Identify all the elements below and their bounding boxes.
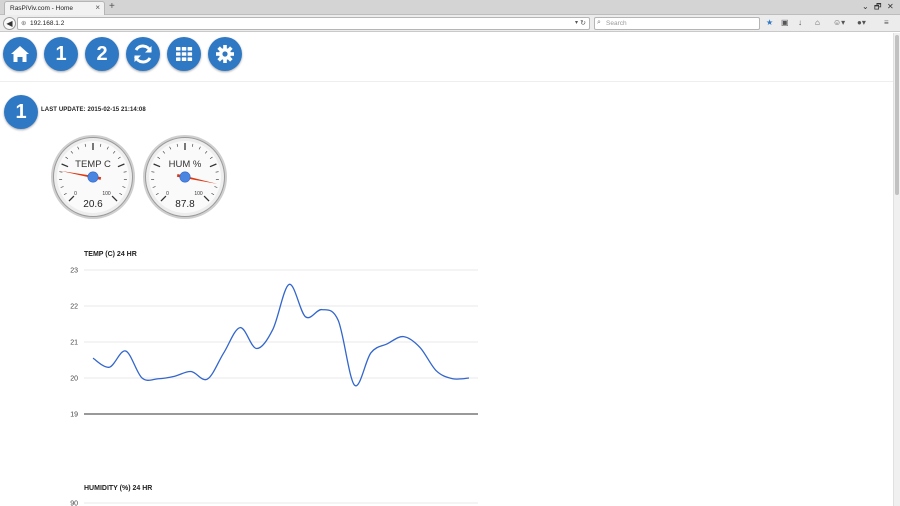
humidity-y-tick-label: 90 xyxy=(70,501,78,506)
back-button[interactable]: ◀ xyxy=(3,17,16,30)
minimize-icon[interactable]: ⌄ xyxy=(862,1,869,13)
sensor-1-label: 1 xyxy=(55,43,67,65)
gauge-label: HUM % xyxy=(169,159,202,170)
last-update-text: LAST UPDATE: 2015-02-15 21:14:08 xyxy=(41,107,146,113)
settings-button[interactable] xyxy=(208,37,242,71)
dropdown-icon[interactable]: ▾ xyxy=(575,19,578,26)
refresh-icon xyxy=(134,44,152,64)
refresh-button[interactable] xyxy=(126,37,160,71)
reload-icon[interactable]: ↻ xyxy=(580,19,586,27)
y-tick-label: 20 xyxy=(70,376,78,383)
url-text: 192.168.1.2 xyxy=(30,20,65,27)
gear-icon xyxy=(216,45,234,63)
gauge-min-label: 0 xyxy=(74,191,77,197)
page-scrollbar[interactable] xyxy=(893,33,900,506)
gauge-value: 20.6 xyxy=(83,199,103,210)
browser-window: RasPiViv.com - Home × + ⌄ 🗗 ✕ ◀ ⊕ 192.16… xyxy=(0,0,900,506)
search-placeholder: Search xyxy=(606,20,627,27)
gauge-min-label: 0 xyxy=(166,191,169,197)
search-icon: ⌕ xyxy=(597,19,601,26)
home-icon xyxy=(11,46,29,62)
home-icon[interactable]: ⌂ xyxy=(815,18,820,28)
addon-icon[interactable]: ●▾ xyxy=(857,18,866,28)
maximize-icon[interactable]: 🗗 xyxy=(874,1,882,13)
back-arrow-icon: ◀ xyxy=(6,19,13,28)
temperature-gauge: TEMP C 0 100 20.6 xyxy=(50,134,136,220)
download-icon[interactable]: ↓ xyxy=(798,18,802,28)
page-content: 1 2 1 LAST UPDATE: 2015-02-15 21:14:08 T… xyxy=(0,33,893,506)
new-tab-button[interactable]: + xyxy=(109,1,115,13)
search-input[interactable]: ⌕ Search xyxy=(594,17,760,30)
humidity-chart-title: HUMIDITY (%) 24 HR xyxy=(84,485,153,492)
gauge-max-label: 100 xyxy=(194,191,203,197)
grid-button[interactable] xyxy=(167,37,201,71)
url-bar[interactable]: ⊕ 192.168.1.2 ▾ ↻ xyxy=(17,17,590,30)
humidity-gauge: HUM % 0 100 87.8 xyxy=(142,134,228,220)
temp-chart-title: TEMP (C) 24 HR xyxy=(84,251,137,258)
nav-divider xyxy=(0,81,893,82)
menu-icon[interactable]: ≡ xyxy=(884,18,889,28)
clipboard-icon[interactable]: ▣ xyxy=(781,18,789,28)
bookmark-star-icon[interactable]: ★ xyxy=(766,18,773,28)
gauge-max-label: 100 xyxy=(102,191,111,197)
temp-series-line xyxy=(92,283,470,387)
close-tab-icon[interactable]: × xyxy=(95,3,100,12)
scrollbar-thumb[interactable] xyxy=(895,35,899,195)
gauge-hub xyxy=(87,171,99,183)
sensor-badge: 1 xyxy=(4,95,38,129)
browser-tab[interactable]: RasPiViv.com - Home × xyxy=(4,1,105,15)
y-tick-label: 22 xyxy=(70,304,78,311)
temp-chart: 23 22 21 20 19 90 xyxy=(70,268,478,506)
y-tick-label: 21 xyxy=(70,340,78,347)
gauge-value: 87.8 xyxy=(175,199,195,210)
close-window-icon[interactable]: ✕ xyxy=(887,1,894,13)
grid-icon xyxy=(176,47,193,61)
gauge-svg: TEMP C 0 100 20.6 xyxy=(51,135,135,219)
tab-strip: RasPiViv.com - Home × + ⌄ 🗗 ✕ xyxy=(0,0,900,15)
gauge-svg: HUM % 0 100 87.8 xyxy=(143,135,227,219)
tab-title: RasPiViv.com - Home xyxy=(10,5,73,12)
sensor-2-label: 2 xyxy=(96,43,108,65)
sensor-1-button[interactable]: 1 xyxy=(44,37,78,71)
y-tick-label: 19 xyxy=(70,412,78,419)
emoji-icon[interactable]: ☺▾ xyxy=(833,18,845,28)
home-button[interactable] xyxy=(3,37,37,71)
navigation-toolbar: ◀ ⊕ 192.168.1.2 ▾ ↻ ⌕ Search ★ ▣ ↓ ⌂ ☺▾ … xyxy=(0,15,900,32)
gauge-label: TEMP C xyxy=(75,159,111,170)
y-tick-label: 23 xyxy=(70,268,78,275)
gauge-hub xyxy=(179,171,191,183)
sensor-2-button[interactable]: 2 xyxy=(85,37,119,71)
globe-icon: ⊕ xyxy=(21,20,27,27)
